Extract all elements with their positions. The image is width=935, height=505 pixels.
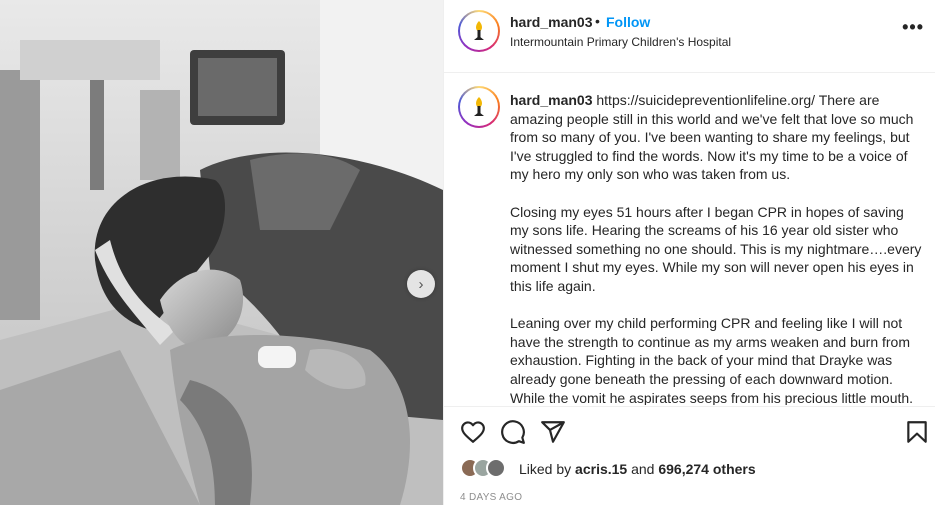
liked-by-avatars[interactable]: [460, 458, 520, 480]
caption-paragraph-2: Closing my eyes 51 hours after I began C…: [510, 203, 922, 294]
likes-count[interactable]: 696,274 others: [658, 461, 755, 477]
avatar-logo-icon: [466, 94, 492, 120]
action-bar: [444, 406, 935, 456]
caption-text: hard_man03 https://suicidepreventionlife…: [510, 91, 924, 405]
likes-joiner: and: [631, 461, 655, 477]
follow-button[interactable]: Follow: [606, 14, 650, 30]
caption-paragraph-3: Leaning over my child performing CPR and…: [510, 315, 914, 405]
profile-avatar[interactable]: [458, 10, 500, 52]
liked-by-label: Liked by: [519, 461, 572, 477]
post-location[interactable]: Intermountain Primary Children's Hospita…: [510, 35, 731, 49]
caption-avatar[interactable]: [458, 86, 500, 128]
post-timestamp[interactable]: 4 DAYS AGO: [460, 492, 522, 503]
post-photo[interactable]: ›: [0, 0, 443, 505]
post-username[interactable]: hard_man03: [510, 14, 592, 30]
heart-icon[interactable]: [460, 419, 486, 445]
caption-paragraph: hard_man03 https://suicidepreventionlife…: [510, 91, 924, 184]
share-icon[interactable]: [540, 419, 566, 445]
liked-by-user[interactable]: acris.15: [575, 461, 627, 477]
post-header: hard_man03 • Follow Intermountain Primar…: [444, 0, 935, 73]
chevron-right-icon: ›: [418, 275, 424, 293]
caption-section: hard_man03 https://suicidepreventionlife…: [444, 74, 935, 405]
comment-icon[interactable]: [500, 419, 526, 445]
likes-summary: Liked by acris.15 and 696,274 others: [460, 456, 930, 482]
more-options-icon[interactable]: •••: [902, 17, 924, 38]
likes-text: Liked by acris.15 and 696,274 others: [519, 461, 756, 477]
avatar-logo-icon: [466, 18, 492, 44]
photo-grayscale-image: [0, 0, 443, 505]
carousel-next-button[interactable]: ›: [407, 270, 435, 298]
bookmark-icon[interactable]: [904, 419, 930, 445]
caption-username[interactable]: hard_man03: [510, 92, 592, 108]
separator-dot: •: [595, 13, 600, 29]
liker-avatar: [486, 458, 506, 478]
post-details-panel: hard_man03 • Follow Intermountain Primar…: [443, 0, 935, 505]
